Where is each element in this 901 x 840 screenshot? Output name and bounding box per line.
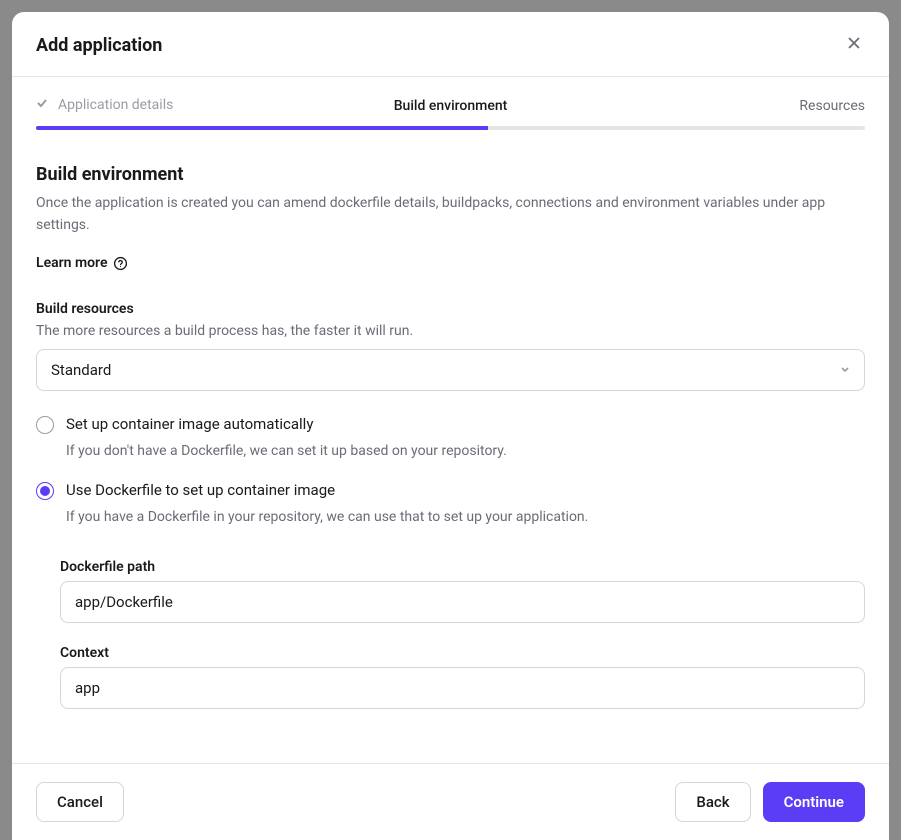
section-title: Build environment	[36, 164, 865, 185]
section-description: Once the application is created you can …	[36, 193, 865, 236]
stepper: Application details Build environment Re…	[12, 77, 889, 130]
close-button[interactable]	[843, 32, 865, 58]
radio-dockerfile[interactable]	[36, 482, 54, 500]
radio-option-dockerfile: Use Dockerfile to set up container image…	[36, 481, 865, 539]
step-label: Resources	[799, 98, 865, 114]
build-resources-select-wrap: Standard	[36, 349, 865, 391]
context-field: Context	[60, 645, 865, 709]
learn-more-link[interactable]: Learn more	[36, 255, 128, 271]
help-icon	[113, 256, 128, 271]
footer-right: Back Continue	[675, 782, 865, 822]
radio-dockerfile-title[interactable]: Use Dockerfile to set up container image	[66, 481, 865, 499]
modal-header: Add application	[12, 12, 889, 77]
modal-title: Add application	[36, 35, 162, 56]
step-build-environment[interactable]: Build environment	[394, 95, 508, 114]
progress-fill	[36, 126, 488, 130]
container-setup-radio-group: Set up container image automatically If …	[36, 415, 865, 539]
radio-dockerfile-content: Use Dockerfile to set up container image…	[66, 481, 865, 539]
context-input[interactable]	[60, 667, 865, 709]
build-resources-hint: The more resources a build process has, …	[36, 323, 865, 339]
radio-dockerfile-desc: If you have a Dockerfile in your reposit…	[66, 509, 865, 525]
step-label: Application details	[58, 97, 173, 113]
learn-more-label: Learn more	[36, 255, 107, 271]
add-application-modal: Add application Application details Buil…	[12, 12, 889, 840]
radio-auto-title[interactable]: Set up container image automatically	[66, 415, 865, 433]
progress-bar	[36, 126, 865, 130]
check-icon	[36, 97, 48, 112]
build-resources-label: Build resources	[36, 301, 865, 317]
build-resources-field: Build resources The more resources a bui…	[36, 301, 865, 391]
radio-auto[interactable]	[36, 416, 54, 434]
dockerfile-sub-fields: Dockerfile path Context	[60, 559, 865, 709]
radio-auto-content: Set up container image automatically If …	[66, 415, 865, 473]
step-label: Build environment	[394, 98, 508, 114]
modal-body: Build environment Once the application i…	[12, 130, 889, 763]
dockerfile-path-label: Dockerfile path	[60, 559, 865, 575]
radio-option-auto: Set up container image automatically If …	[36, 415, 865, 473]
close-icon	[847, 36, 861, 50]
step-application-details[interactable]: Application details	[36, 97, 173, 113]
continue-button[interactable]: Continue	[763, 782, 865, 822]
context-label: Context	[60, 645, 865, 661]
cancel-button[interactable]: Cancel	[36, 782, 124, 822]
build-resources-select[interactable]: Standard	[36, 349, 865, 391]
modal-footer: Cancel Back Continue	[12, 763, 889, 840]
dockerfile-path-field: Dockerfile path	[60, 559, 865, 623]
radio-auto-desc: If you don't have a Dockerfile, we can s…	[66, 443, 865, 459]
back-button[interactable]: Back	[675, 782, 750, 822]
dockerfile-path-input[interactable]	[60, 581, 865, 623]
stepper-labels: Application details Build environment Re…	[36, 95, 865, 114]
step-resources[interactable]: Resources	[799, 95, 865, 114]
